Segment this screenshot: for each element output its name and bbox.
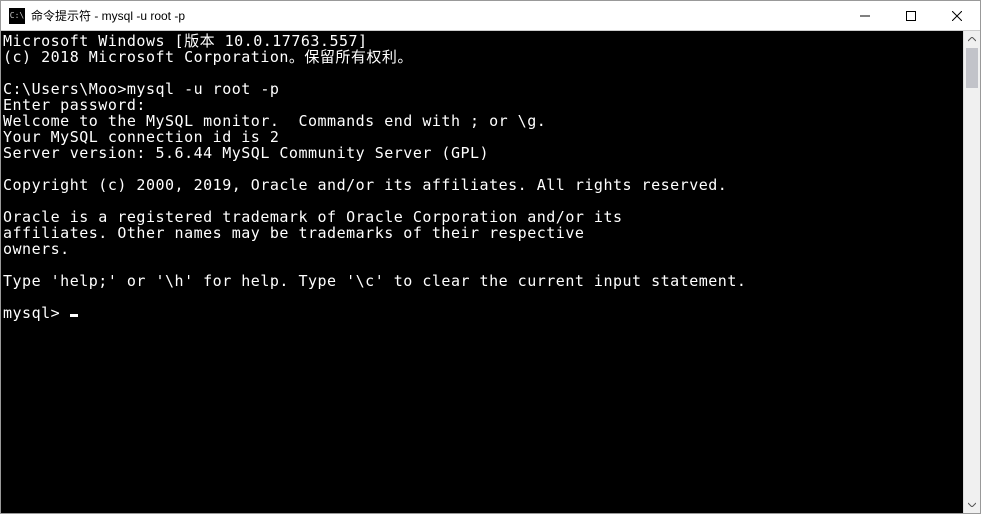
window-controls bbox=[842, 1, 980, 30]
command-prompt-window: C:\ 命令提示符 - mysql -u root -p Microsoft W… bbox=[0, 0, 981, 514]
close-icon bbox=[952, 11, 962, 21]
cursor bbox=[70, 314, 78, 317]
chevron-up-icon bbox=[968, 37, 976, 42]
minimize-icon bbox=[860, 11, 870, 21]
chevron-down-icon bbox=[968, 502, 976, 507]
vertical-scrollbar[interactable] bbox=[963, 31, 980, 513]
maximize-button[interactable] bbox=[888, 1, 934, 30]
close-button[interactable] bbox=[934, 1, 980, 30]
scroll-track[interactable] bbox=[964, 48, 980, 496]
maximize-icon bbox=[906, 11, 916, 21]
window-title: 命令提示符 - mysql -u root -p bbox=[31, 7, 842, 24]
scroll-thumb[interactable] bbox=[966, 48, 978, 88]
scroll-up-button[interactable] bbox=[964, 31, 980, 48]
titlebar[interactable]: C:\ 命令提示符 - mysql -u root -p bbox=[1, 1, 980, 31]
app-icon: C:\ bbox=[9, 8, 25, 24]
minimize-button[interactable] bbox=[842, 1, 888, 30]
console-area: Microsoft Windows [版本 10.0.17763.557] (c… bbox=[1, 31, 980, 513]
console-output[interactable]: Microsoft Windows [版本 10.0.17763.557] (c… bbox=[1, 31, 963, 513]
scroll-down-button[interactable] bbox=[964, 496, 980, 513]
